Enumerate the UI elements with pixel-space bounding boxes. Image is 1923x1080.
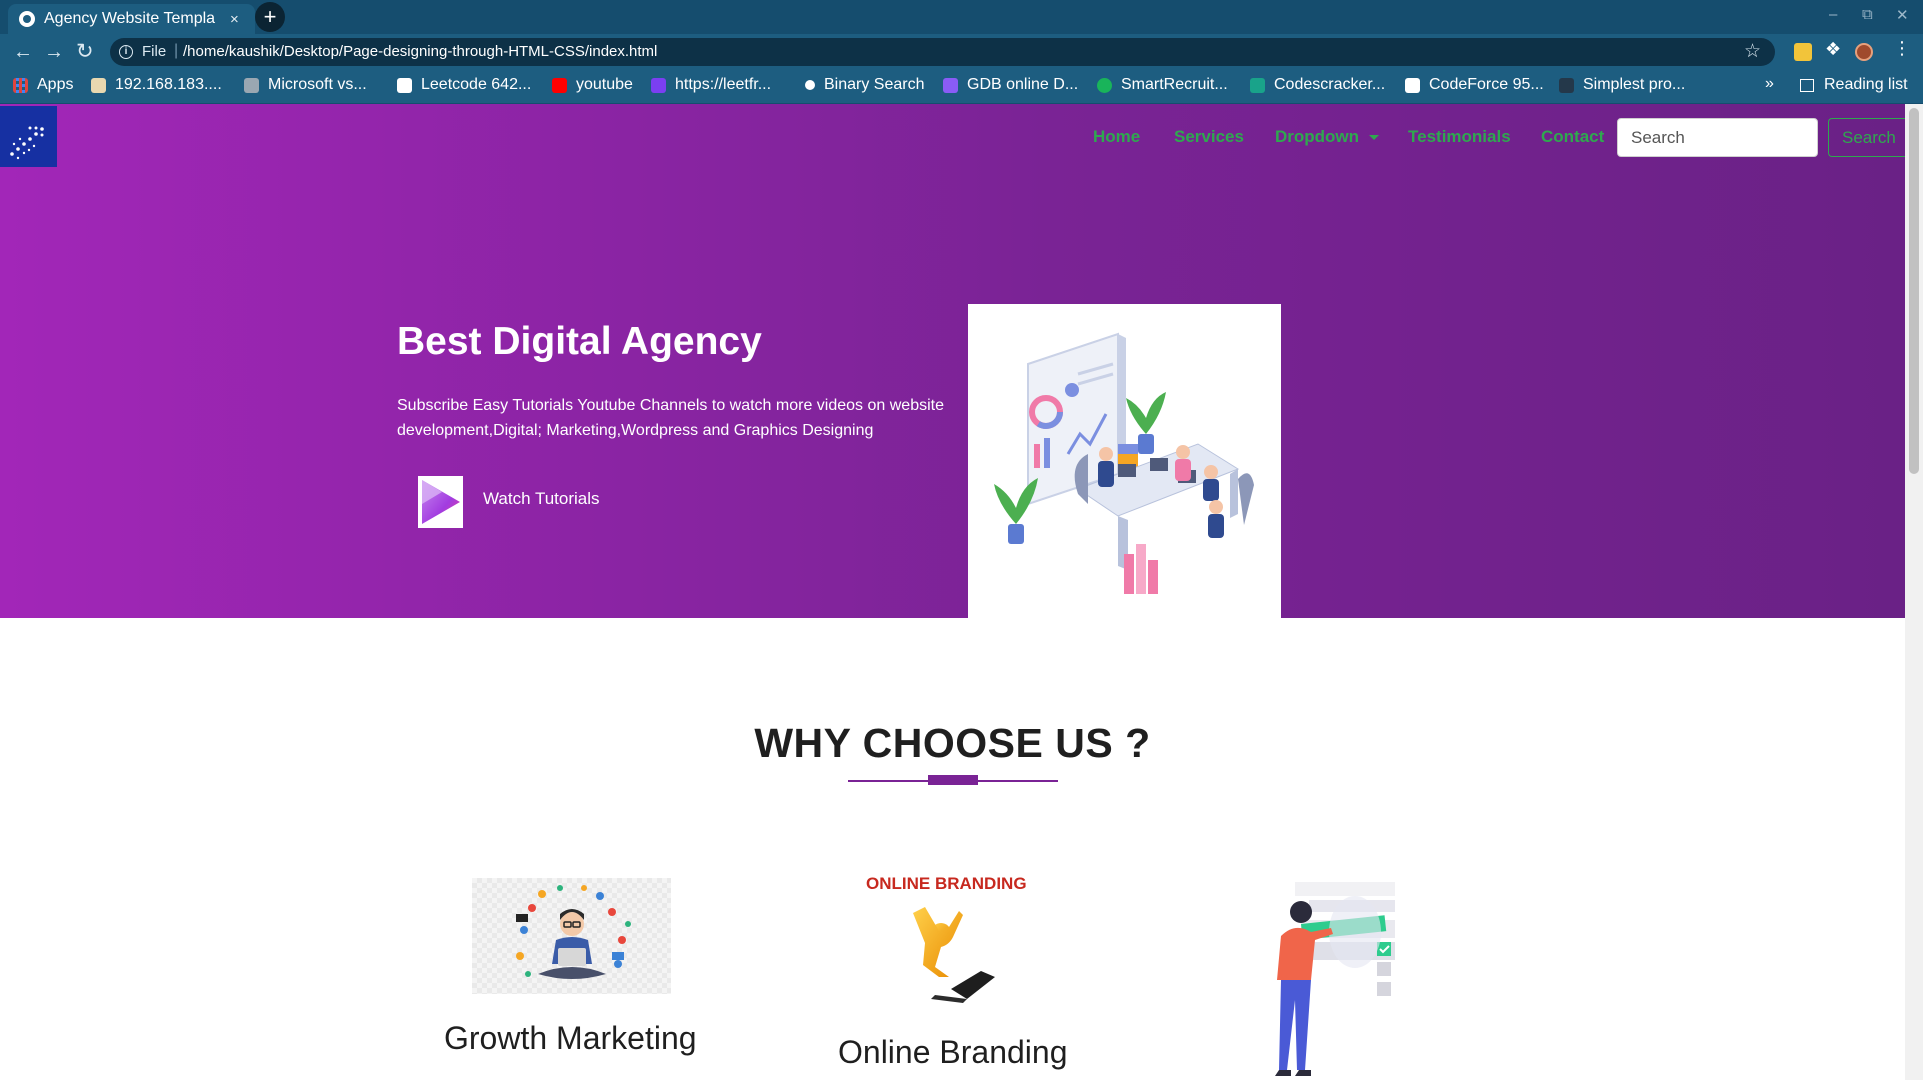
site-favicon-icon	[244, 77, 259, 93]
play-button[interactable]	[418, 476, 463, 528]
play-icon	[422, 480, 460, 524]
bookmark-label: GDB online D...	[967, 76, 1079, 93]
watch-tutorials-link[interactable]: Watch Tutorials	[483, 489, 600, 509]
code-icon	[397, 77, 412, 93]
site-favicon-icon	[805, 80, 815, 90]
bookmarks-overflow-icon[interactable]: »	[1765, 75, 1774, 93]
bookmark-item[interactable]: Codescracker...	[1250, 76, 1385, 94]
bookmark-label: SmartRecruit...	[1121, 76, 1228, 93]
reload-icon[interactable]: ↻	[76, 40, 94, 64]
browser-tab-strip: Agency Website Templa × + – ⧉ ✕	[0, 0, 1923, 34]
online-branding-illustration	[913, 907, 995, 1003]
bookmark-item[interactable]: youtube	[552, 76, 633, 94]
bookmark-item[interactable]: Microsoft vs...	[244, 76, 367, 94]
nav-contact[interactable]: Contact	[1541, 127, 1604, 147]
minimize-icon[interactable]: –	[1829, 6, 1837, 23]
extension-icon[interactable]	[1794, 43, 1812, 61]
apps-grid-icon	[13, 77, 28, 93]
info-icon[interactable]: i	[119, 45, 133, 59]
person-checklist-illustration	[1275, 882, 1395, 1076]
bookmark-item[interactable]: 192.168.183....	[91, 76, 222, 94]
site-favicon-icon	[1250, 77, 1265, 93]
bookmark-item[interactable]: GDB online D...	[943, 76, 1078, 94]
bookmark-label: Leetcode 642...	[421, 76, 532, 93]
scrollbar-thumb[interactable]	[1909, 108, 1919, 474]
bookmark-item[interactable]: CodeForce 95...	[1405, 76, 1544, 94]
nav-services[interactable]: Services	[1174, 127, 1244, 147]
browser-menu-icon[interactable]: ⋮	[1893, 38, 1911, 58]
bookmark-item[interactable]: Simplest pro...	[1559, 76, 1685, 94]
site-favicon-icon	[651, 77, 666, 93]
nav-testimonials[interactable]: Testimonials	[1408, 127, 1511, 147]
caret-down-icon	[1369, 135, 1380, 141]
bookmark-item[interactable]: https://leetfr...	[651, 76, 771, 94]
restore-icon[interactable]: ⧉	[1862, 6, 1873, 23]
close-window-icon[interactable]: ✕	[1896, 6, 1909, 24]
title-underline-accent	[928, 775, 978, 785]
browser-tab[interactable]: Agency Website Templa ×	[8, 4, 255, 34]
hero-section: Home Services Dropdown Testimonials Cont…	[0, 104, 1905, 618]
back-icon[interactable]: ←	[13, 40, 33, 64]
logo-icon	[10, 126, 44, 160]
bookmark-star-icon[interactable]: ☆	[1744, 40, 1761, 63]
hero-office-illustration	[968, 304, 1281, 618]
bookmark-label: 192.168.183....	[115, 76, 222, 93]
bookmarks-bar: Apps 192.168.183.... Microsoft vs... Lee…	[0, 70, 1923, 104]
address-toolbar: ← → ↻ i File | /home/kaushik/Desktop/Pag…	[0, 34, 1923, 70]
reading-list-icon	[1800, 78, 1814, 92]
online-branding-caption: ONLINE BRANDING	[866, 874, 1027, 893]
bookmark-label: CodeForce 95...	[1429, 76, 1544, 93]
tab-title: Agency Website Templa	[44, 10, 216, 27]
feature-title: Growth Marketing	[444, 1020, 697, 1056]
tab-close-icon[interactable]: ×	[230, 11, 239, 28]
bookmark-label: Simplest pro...	[1583, 76, 1686, 93]
bookmark-label: Microsoft vs...	[268, 76, 367, 93]
section-title: WHY CHOOSE US ?	[754, 720, 1151, 766]
extensions-puzzle-icon[interactable]: ❖	[1825, 39, 1843, 59]
bookmark-label: youtube	[576, 76, 633, 93]
bookmark-label: Codescracker...	[1274, 76, 1386, 93]
reading-list-button[interactable]: Reading list	[1800, 76, 1908, 94]
forward-icon[interactable]: →	[44, 40, 64, 64]
bookmark-label: Binary Search	[824, 76, 925, 93]
nav-home[interactable]: Home	[1093, 127, 1140, 147]
nav-dropdown-label: Dropdown	[1275, 127, 1360, 146]
checklist-image	[1265, 876, 1395, 1080]
growth-marketing-illustration	[516, 885, 631, 979]
growth-marketing-image	[472, 878, 671, 994]
site-favicon-icon	[91, 77, 106, 93]
page-scrollbar[interactable]	[1905, 104, 1923, 1080]
nav-dropdown[interactable]: Dropdown	[1275, 127, 1380, 147]
office-team-illustration	[994, 332, 1254, 594]
bookmark-item[interactable]: SmartRecruit...	[1097, 76, 1228, 94]
new-tab-button[interactable]: +	[255, 2, 285, 32]
search-button[interactable]: Search	[1828, 118, 1905, 157]
site-favicon-icon	[1405, 77, 1420, 93]
youtube-icon	[552, 77, 567, 93]
globe-icon	[19, 11, 35, 27]
bolt-icon	[943, 77, 958, 93]
feature-title: Online Branding	[838, 1034, 1068, 1070]
bookmark-item[interactable]: Binary Search	[805, 76, 925, 94]
url-separator: |	[174, 42, 179, 59]
file-scheme-label: File	[142, 43, 167, 60]
url-text[interactable]: /home/kaushik/Desktop/Page-designing-thr…	[183, 43, 657, 60]
page-viewport: Home Services Dropdown Testimonials Cont…	[0, 104, 1905, 1080]
address-bar[interactable]: i File | /home/kaushik/Desktop/Page-desi…	[110, 38, 1775, 66]
bookmark-apps[interactable]: Apps	[13, 76, 73, 94]
site-logo[interactable]	[0, 106, 57, 167]
bookmark-label: Apps	[37, 76, 74, 93]
profile-avatar[interactable]	[1855, 43, 1873, 61]
bookmark-item[interactable]: Leetcode 642...	[397, 76, 531, 94]
search-input[interactable]	[1617, 118, 1818, 157]
site-favicon-icon	[1559, 77, 1574, 93]
reading-list-label: Reading list	[1824, 76, 1908, 93]
site-favicon-icon	[1097, 77, 1112, 93]
bookmark-label: https://leetfr...	[675, 76, 772, 93]
hero-description: Subscribe Easy Tutorials Youtube Channel…	[397, 397, 944, 439]
hero-title: Best Digital Agency	[397, 320, 762, 363]
online-branding-image	[895, 897, 1005, 1007]
